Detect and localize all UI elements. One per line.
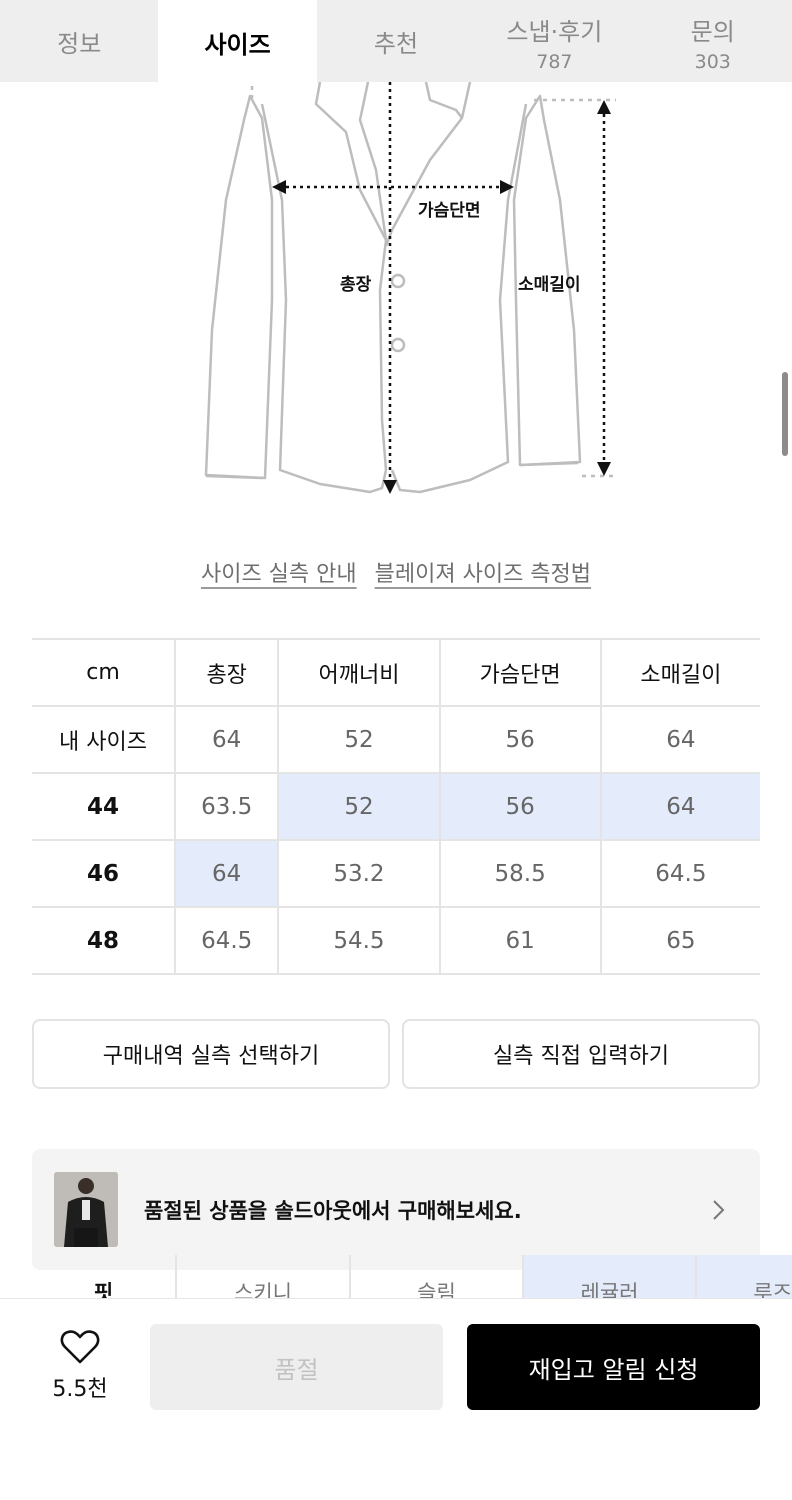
like-count: 5.5천 bbox=[52, 1377, 108, 1402]
table-cell: 64 bbox=[599, 705, 760, 774]
table-cell: 58.5 bbox=[438, 839, 602, 908]
table-cell: 53.2 bbox=[277, 839, 441, 908]
row-label-size: 44 bbox=[32, 772, 176, 841]
scrollbar[interactable] bbox=[782, 372, 788, 456]
table-cell: 65 bbox=[599, 906, 760, 975]
table-cell: 61 bbox=[438, 906, 602, 975]
like-button[interactable]: 5.5천 bbox=[40, 1329, 120, 1403]
chest-width-label: 가슴단면 bbox=[418, 201, 481, 221]
fit-label: 핏 bbox=[93, 1281, 114, 1300]
table-row: 46 64 53.2 58.5 64.5 bbox=[32, 839, 760, 908]
fit-option-selected: 레귤러 bbox=[522, 1255, 695, 1300]
table-header-cell: cm bbox=[32, 638, 176, 707]
fit-option: 슬림 bbox=[349, 1255, 522, 1300]
sleeve-length-label: 소매길이 bbox=[518, 275, 581, 295]
tab-size[interactable]: 사이즈 bbox=[158, 0, 317, 84]
table-row: 44 63.5 52 56 64 bbox=[32, 772, 760, 841]
tab-label: 문의 bbox=[690, 17, 735, 46]
table-cell-highlighted: 56 bbox=[438, 772, 602, 841]
bottom-action-bar: 5.5천 품절 재입고 알림 신청 bbox=[0, 1298, 792, 1500]
select-purchase-history-button[interactable]: 구매내역 실측 선택하기 bbox=[32, 1019, 390, 1089]
tab-count: 787 bbox=[536, 50, 573, 73]
table-cell: 64 bbox=[173, 705, 280, 774]
tab-bar: 정보 사이즈 추천 스냅·후기 787 문의 303 bbox=[0, 0, 792, 84]
tab-label: 스냅·후기 bbox=[506, 17, 603, 46]
table-row: 48 64.5 54.5 61 65 bbox=[32, 906, 760, 975]
table-cell: 54.5 bbox=[277, 906, 441, 975]
table-cell: 52 bbox=[277, 705, 441, 774]
row-label-size: 46 bbox=[32, 839, 176, 908]
heart-icon bbox=[60, 1330, 100, 1364]
chevron-right-icon bbox=[713, 1199, 725, 1220]
table-header-cell: 소매길이 bbox=[599, 638, 760, 707]
table-cell-highlighted: 52 bbox=[277, 772, 441, 841]
table-header-cell: 어깨너비 bbox=[277, 638, 441, 707]
tab-label: 사이즈 bbox=[204, 30, 271, 59]
tab-info[interactable]: 정보 bbox=[0, 0, 158, 82]
restock-notify-button[interactable]: 재입고 알림 신청 bbox=[467, 1324, 760, 1410]
tab-inquiry[interactable]: 문의 303 bbox=[634, 0, 792, 82]
size-measurement-guide-link[interactable]: 사이즈 실측 안내 bbox=[201, 556, 357, 588]
soldout-outlet-banner[interactable]: 품절된 상품을 솔드아웃에서 구매해보세요. bbox=[32, 1149, 760, 1270]
size-table: cm 총장 어깨너비 가슴단면 소매길이 내 사이즈 64 52 56 64 4… bbox=[32, 638, 760, 975]
table-header-cell: 총장 bbox=[173, 638, 280, 707]
total-length-label: 총장 bbox=[340, 275, 372, 295]
row-label-size: 48 bbox=[32, 906, 176, 975]
tab-label: 추천 bbox=[373, 29, 419, 58]
fit-option: 스키니 bbox=[175, 1255, 349, 1300]
table-header-cell: 가슴단면 bbox=[438, 638, 602, 707]
product-thumbnail bbox=[54, 1172, 118, 1247]
fit-row: 핏 스키니 슬림 레귤러 루즈 bbox=[32, 1255, 792, 1300]
row-label-my-size: 내 사이즈 bbox=[32, 705, 176, 774]
soldout-button[interactable]: 품절 bbox=[150, 1324, 443, 1410]
table-row: 내 사이즈 64 52 56 64 bbox=[32, 705, 760, 774]
table-cell: 64.5 bbox=[599, 839, 760, 908]
blazer-measure-method-link[interactable]: 블레이져 사이즈 측정법 bbox=[375, 556, 591, 588]
tab-label: 정보 bbox=[57, 29, 102, 58]
direct-input-button[interactable]: 실측 직접 입력하기 bbox=[402, 1019, 760, 1089]
blazer-measurement-diagram: 가슴단면 총장 소매길이 bbox=[0, 81, 792, 512]
fit-option: 루즈 bbox=[695, 1255, 792, 1300]
tab-snap-review[interactable]: 스냅·후기 787 bbox=[475, 0, 633, 82]
model-photo-thumbnail bbox=[54, 1172, 118, 1247]
table-cell-highlighted: 64 bbox=[599, 772, 760, 841]
table-cell: 63.5 bbox=[173, 772, 280, 841]
size-guide-links: 사이즈 실측 안내 블레이져 사이즈 측정법 bbox=[0, 556, 792, 588]
blazer-outline-illustration: 가슴단면 총장 소매길이 bbox=[204, 81, 616, 494]
table-header-row: cm 총장 어깨너비 가슴단면 소매길이 bbox=[32, 638, 760, 707]
table-cell: 56 bbox=[438, 705, 602, 774]
measurement-action-buttons: 구매내역 실측 선택하기 실측 직접 입력하기 bbox=[32, 1019, 760, 1089]
tab-count: 303 bbox=[694, 50, 731, 73]
table-cell-highlighted: 64 bbox=[173, 839, 280, 908]
tab-recommend[interactable]: 추천 bbox=[317, 0, 475, 82]
table-cell: 64.5 bbox=[173, 906, 280, 975]
banner-text: 품절된 상품을 솔드아웃에서 구매해보세요. bbox=[144, 1198, 522, 1223]
